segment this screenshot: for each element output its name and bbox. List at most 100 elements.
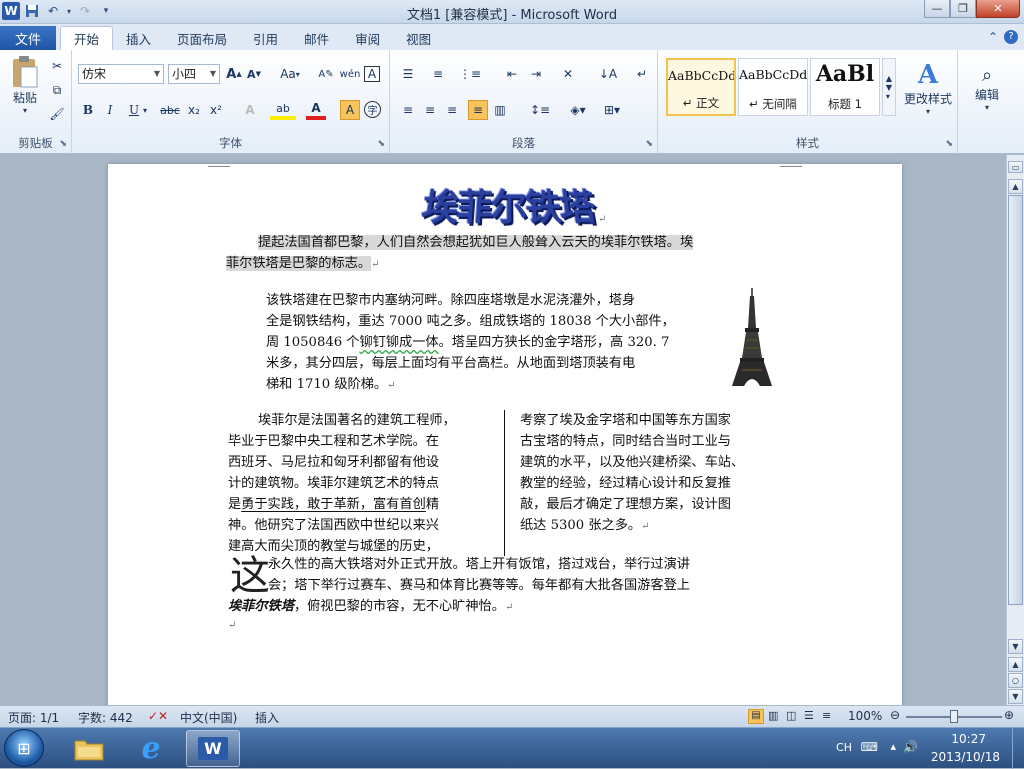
clock-date[interactable]: 2013/10/18	[931, 750, 1000, 764]
browse-object-button[interactable]: ○	[1008, 673, 1023, 688]
outline-view-icon[interactable]: ☰	[804, 709, 814, 722]
text-effects-button[interactable]: A	[240, 100, 260, 120]
clear-formatting-icon[interactable]: A✎	[316, 64, 336, 84]
start-button[interactable]: ⊞	[4, 729, 44, 767]
tab-page-layout[interactable]: 页面布局	[164, 26, 240, 50]
copy-icon[interactable]: ⧉	[47, 80, 67, 100]
page-count[interactable]: 页面: 1/1	[8, 709, 59, 726]
font-color-button[interactable]: A	[306, 100, 326, 120]
style-heading-1[interactable]: AaBl 标题 1	[810, 58, 880, 116]
font-name-select[interactable]: 仿宋 ▼	[78, 64, 164, 84]
shrink-font-button[interactable]: A ▼	[244, 64, 264, 84]
previous-page-button[interactable]: ▲	[1008, 657, 1023, 672]
format-painter-icon[interactable]: 🖌	[47, 104, 67, 124]
tray-expand-icon[interactable]: ▴	[890, 740, 896, 753]
font-size-select[interactable]: 小四 ▼	[168, 64, 220, 84]
zoom-slider-thumb[interactable]	[950, 710, 958, 723]
editing-button[interactable]: ⌕ 编辑 ▾	[964, 56, 1010, 120]
keyboard-icon[interactable]: ⌨	[861, 740, 878, 754]
underline-dropdown-icon[interactable]: ▾	[140, 100, 150, 120]
align-right-icon[interactable]: ≡	[442, 100, 462, 120]
cut-icon[interactable]: ✂	[47, 56, 67, 76]
grow-font-button[interactable]: A ▲	[224, 64, 244, 84]
chinese-layout-icon[interactable]: ✕	[558, 64, 578, 84]
sort-icon[interactable]: ↓A	[598, 64, 618, 84]
decrease-indent-icon[interactable]: ⇤	[502, 64, 522, 84]
close-button[interactable]: ✕	[976, 0, 1020, 18]
phonetic-guide-button[interactable]: wén	[340, 64, 360, 84]
minimize-button[interactable]: —	[924, 0, 950, 18]
style-normal[interactable]: AaBbCcDd ↵ 正文	[666, 58, 736, 116]
full-screen-reading-icon[interactable]: ▥	[768, 709, 778, 722]
change-case-button[interactable]: Aa ▾	[276, 64, 304, 84]
minimize-ribbon-icon[interactable]: ⌃	[988, 30, 998, 44]
line-spacing-icon[interactable]: ↕≡	[526, 100, 554, 120]
clock-time[interactable]: 10:27	[951, 732, 986, 746]
explorer-taskbar-button[interactable]	[62, 730, 116, 767]
proofing-icon[interactable]: ✓✕	[148, 709, 168, 723]
tab-references[interactable]: 引用	[240, 26, 291, 50]
change-styles-button[interactable]: A 更改样式 ▾	[900, 56, 956, 120]
tab-mailings[interactable]: 邮件	[291, 26, 342, 50]
show-desktop-button[interactable]	[1012, 728, 1024, 769]
word-count[interactable]: 字数: 442	[78, 709, 133, 726]
ime-indicator[interactable]: CH	[836, 741, 852, 754]
maximize-button[interactable]: ❐	[950, 0, 976, 18]
next-page-button[interactable]: ▼	[1008, 689, 1023, 704]
help-icon[interactable]: ?	[1004, 30, 1018, 44]
scroll-thumb[interactable]	[1008, 195, 1023, 605]
volume-icon[interactable]: 🔊	[903, 740, 918, 754]
word-taskbar-button[interactable]: W	[186, 730, 240, 767]
insert-mode-indicator[interactable]: 插入	[255, 709, 279, 726]
zoom-out-icon[interactable]: ⊖	[890, 708, 900, 722]
ie-taskbar-button[interactable]: e	[124, 730, 178, 767]
paragraph-launcher-icon[interactable]: ⬊	[645, 139, 653, 149]
tab-home[interactable]: 开始	[60, 26, 113, 50]
document-page[interactable]: 埃菲尔铁塔 ↵ 提起法国首都巴黎，人们自然会想起犹如巨人般耸入云天的埃菲尔铁塔。…	[108, 164, 902, 705]
align-center-icon[interactable]: ≡	[420, 100, 440, 120]
style-no-spacing[interactable]: AaBbCcDd ↵ 无间隔	[738, 58, 808, 116]
increase-indent-icon[interactable]: ⇥	[526, 64, 546, 84]
character-shading-button[interactable]: A	[340, 100, 360, 120]
tab-file[interactable]: 文件	[0, 26, 56, 50]
clipboard-launcher-icon[interactable]: ⬊	[59, 139, 67, 149]
wordart-title[interactable]: 埃菲尔铁塔	[415, 179, 601, 231]
subscript-button[interactable]: x₂	[184, 100, 204, 120]
styles-scroll-icon[interactable]: ▲ ▼ ▾	[882, 58, 896, 116]
show-paragraph-marks-icon[interactable]: ↵	[632, 64, 652, 84]
character-border-button[interactable]: A	[364, 66, 380, 82]
italic-button[interactable]: I	[100, 100, 120, 120]
draft-view-icon[interactable]: ≡	[822, 709, 831, 722]
eiffel-tower-image[interactable]	[730, 288, 774, 388]
borders-icon[interactable]: ⊞▾	[598, 100, 626, 120]
shading-icon[interactable]: ◈▾	[564, 100, 592, 120]
numbering-icon[interactable]: ≡	[428, 64, 448, 84]
strikethrough-button[interactable]: abc	[158, 100, 182, 120]
distributed-icon[interactable]: ▥	[490, 100, 510, 120]
enclose-characters-button[interactable]: 字	[364, 101, 381, 118]
zoom-level[interactable]: 100%	[848, 709, 882, 723]
font-launcher-icon[interactable]: ⬊	[377, 139, 385, 149]
scroll-up-button[interactable]: ▲	[1008, 179, 1023, 194]
print-layout-view-icon[interactable]: ▤	[748, 709, 764, 724]
styles-launcher-icon[interactable]: ⬊	[945, 139, 953, 149]
multilevel-list-icon[interactable]: ⋮≡	[460, 64, 480, 84]
web-layout-icon[interactable]: ◫	[786, 709, 796, 722]
tab-view[interactable]: 视图	[393, 26, 444, 50]
align-left-icon[interactable]: ≡	[398, 100, 418, 120]
drop-cap[interactable]: 这	[230, 556, 270, 596]
tab-insert[interactable]: 插入	[113, 26, 164, 50]
superscript-button[interactable]: x²	[206, 100, 226, 120]
language-indicator[interactable]: 中文(中国)	[180, 709, 237, 726]
zoom-in-icon[interactable]: ⊕	[1004, 708, 1014, 722]
bullets-icon[interactable]: ☰	[398, 64, 418, 84]
paste-button[interactable]: 粘贴 ▾	[6, 54, 44, 116]
document-area[interactable]: 埃菲尔铁塔 ↵ 提起法国首都巴黎，人们自然会想起犹如巨人般耸入云天的埃菲尔铁塔。…	[0, 155, 1006, 705]
justify-icon[interactable]: ≡	[468, 100, 488, 120]
ruler-toggle-icon[interactable]: ▭	[1008, 161, 1023, 173]
vertical-scrollbar[interactable]: ▭ ▲ ▼ ▲ ○ ▼	[1006, 155, 1024, 705]
scroll-down-button[interactable]: ▼	[1008, 639, 1023, 654]
bold-button[interactable]: B	[78, 100, 98, 120]
tab-review[interactable]: 审阅	[342, 26, 393, 50]
highlight-button[interactable]: ab	[270, 100, 296, 120]
